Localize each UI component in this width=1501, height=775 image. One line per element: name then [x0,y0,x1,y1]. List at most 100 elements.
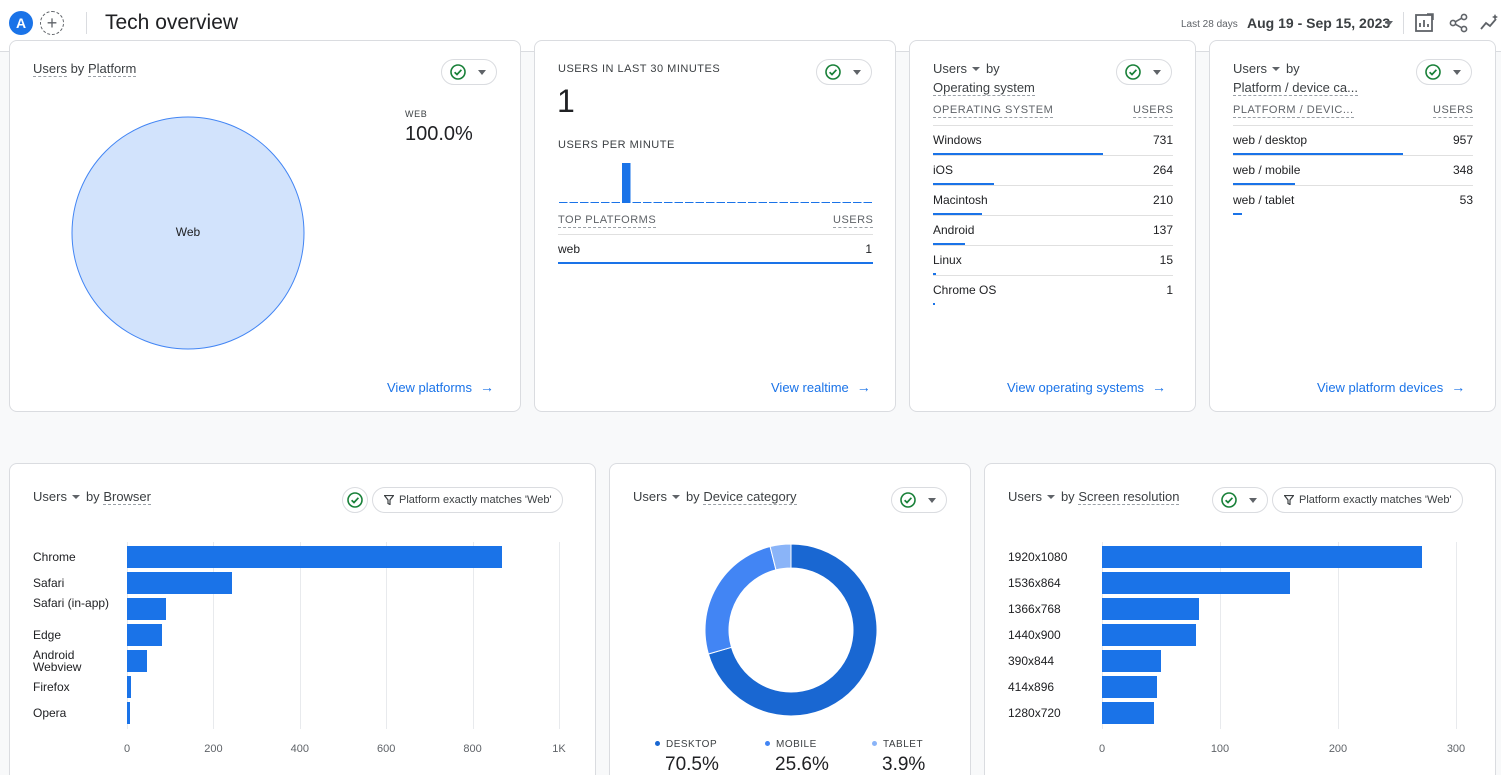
minute-bar-empty [643,202,652,203]
arrow-right-icon: → [480,379,495,395]
bar [127,702,131,724]
bar-label: 1366x768 [1008,602,1061,616]
bar [1102,676,1157,698]
filter-chip[interactable]: Platform exactly matches 'Web' [1272,487,1463,513]
bar-label: 1536x864 [1008,576,1061,590]
comparison-menu-button[interactable] [891,487,947,513]
x-tick-label: 400 [290,743,309,755]
legend-value: 100.0% [405,123,473,145]
row-value: 957 [1452,133,1473,147]
minute-bar-empty [580,202,589,203]
filter-icon [384,495,394,505]
comparison-menu-button[interactable] [1212,487,1268,513]
dimension-selector[interactable]: Platform [87,61,137,77]
add-comparison-button[interactable]: + [40,11,64,35]
row-bar [1233,213,1243,215]
check-circle-icon [825,64,841,80]
donut-slice-mobile [704,545,777,655]
bar-label: Safari (in-app) [33,596,110,610]
arrow-right-icon: → [1451,379,1466,395]
minute-bar-empty [590,202,599,203]
dimension-selector[interactable]: Browser [103,489,151,505]
bar [1102,598,1200,620]
dimension-selector[interactable]: Device category [703,489,797,505]
minute-bar-empty [790,202,799,203]
divider [933,125,1173,126]
view-platforms-link[interactable]: View platforms → [387,379,494,395]
legend-value: 25.6% [775,754,829,775]
chevron-down-icon [1046,494,1055,499]
comparison-menu-button[interactable] [342,487,368,513]
comparison-menu-button[interactable] [1416,59,1472,85]
minute-bar-empty [695,202,704,203]
metric-selector[interactable]: Users [933,61,986,76]
gridline [1456,542,1457,729]
col-header-os: OPERATING SYSTEM [933,104,1054,118]
realtime-card: USERS IN LAST 30 MINUTES 1 USERS PER MIN… [534,40,896,412]
dimension-selector[interactable]: Operating system [933,80,1035,96]
dimension-selector[interactable]: Screen resolution [1078,489,1180,505]
minute-bar-empty [800,202,809,203]
minute-bar-empty [821,202,830,203]
dimension-selector[interactable]: Platform / device ca... [1233,80,1358,96]
filter-chip[interactable]: Platform exactly matches 'Web' [372,487,563,513]
title-by: by [685,489,700,504]
legend-dot-icon [765,740,770,746]
metric-selector[interactable]: Users [33,489,86,504]
bar [1102,572,1291,594]
view-os-link[interactable]: View operating systems → [1007,379,1166,395]
view-platform-devices-link[interactable]: View platform devices → [1317,379,1465,395]
users-per-minute-chart [559,163,872,203]
view-realtime-link[interactable]: View realtime → [771,379,871,395]
os-card: Users by Operating system OPERATING SYSTE… [909,40,1196,412]
row-bar [558,262,873,264]
metric-selector[interactable]: Users [1008,489,1061,504]
property-avatar[interactable]: A [9,11,33,35]
card-title: Users by Platform [33,59,137,78]
date-range-picker[interactable]: Aug 19 - Sep 15, 2023 [1247,15,1390,31]
bar [127,546,502,568]
legend-value: 3.9% [882,754,926,775]
bar-label: 390x844 [1008,654,1055,668]
row-value: 15 [1159,253,1173,267]
metric-label: Users [33,489,67,504]
check-circle-icon [1425,64,1441,80]
check-circle-icon [1221,492,1237,508]
share-icon[interactable] [1448,12,1470,34]
metric-selector[interactable]: Users [33,61,67,77]
gridline [472,542,474,729]
minute-bar-empty [685,202,694,203]
customize-report-icon[interactable] [1413,12,1435,34]
card-title: Users by Browser [33,487,151,506]
link-label: View platforms [387,380,473,395]
link-label: View platform devices [1317,380,1444,395]
insights-icon[interactable] [1480,12,1501,34]
metric-selector[interactable]: Users [633,489,686,504]
divider [933,275,1173,276]
chevron-down-icon [853,70,861,75]
chevron-down-icon[interactable] [1385,21,1393,26]
card-title: Users by Operating system [933,59,1035,97]
legend-value: 70.5% [665,754,719,775]
col-header-platform: TOP PLATFORMS [558,214,657,228]
row-label: web / desktop [1233,133,1308,147]
comparison-menu-button[interactable] [441,59,497,85]
filter-label: Platform exactly matches 'Web' [1299,494,1452,506]
bar [1102,650,1161,672]
bar-label: Edge [33,628,62,642]
col-header-users: USERS [833,214,874,228]
comparison-menu-button[interactable] [1116,59,1172,85]
metric-selector[interactable]: Users [1233,61,1286,76]
comparison-menu-button[interactable] [816,59,872,85]
divider [1233,125,1473,126]
chevron-down-icon [478,70,486,75]
chevron-down-icon [1153,70,1161,75]
filter-icon [1284,495,1294,505]
divider [933,215,1173,216]
platform-card: Users by Platform Web WEB 100.0% View pl… [9,40,521,412]
divider [933,245,1173,246]
title-by: by [85,489,100,504]
minute-bar-empty [569,202,578,203]
legend-label: MOBILE [765,739,817,750]
bar-label: Safari [33,576,65,590]
